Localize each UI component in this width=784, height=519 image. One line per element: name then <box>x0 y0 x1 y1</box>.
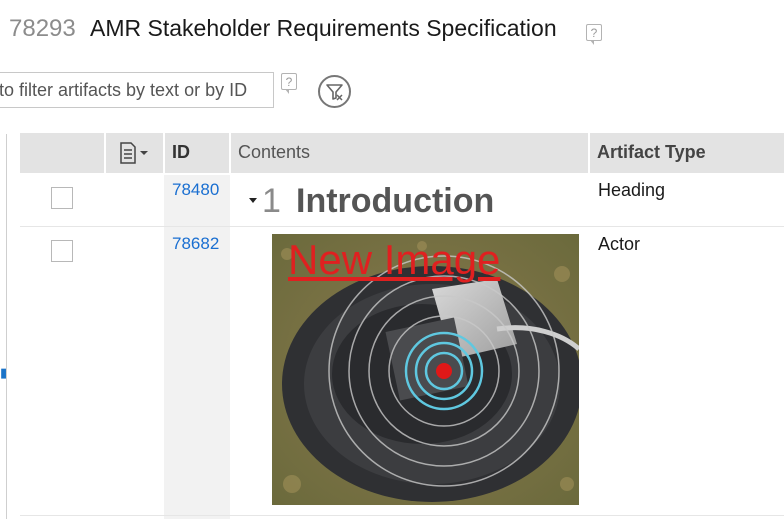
document-id: 78293 <box>9 15 76 42</box>
filter-field[interactable] <box>0 72 274 108</box>
row-select-checkbox[interactable] <box>51 240 73 262</box>
left-panel-handle[interactable]: ▮ <box>0 365 7 381</box>
filter-help-icon[interactable]: ? <box>281 73 297 94</box>
help-icon-glyph: ? <box>590 26 598 40</box>
document-menu-icon <box>120 142 148 164</box>
filter-input[interactable] <box>0 73 273 107</box>
filter-button[interactable] <box>318 75 351 108</box>
heading-number: 1 <box>262 182 281 220</box>
image-caption-link[interactable]: New Image <box>288 236 500 284</box>
column-header-artifact-type[interactable]: Artifact Type <box>597 142 706 163</box>
left-panel-border <box>6 134 7 519</box>
artifact-id-link[interactable]: 78480 <box>172 180 219 200</box>
page-title: AMR Stakeholder Requirements Specificati… <box>90 15 557 41</box>
row-divider <box>20 226 784 227</box>
collapse-caret-icon[interactable] <box>249 198 257 203</box>
filter-help-glyph: ? <box>285 75 293 89</box>
column-divider <box>229 133 231 173</box>
artifact-type: Actor <box>598 234 641 254</box>
help-icon[interactable]: ? <box>586 24 602 45</box>
column-divider <box>588 133 590 173</box>
column-divider <box>104 133 106 173</box>
funnel-icon <box>326 84 343 101</box>
heading-text[interactable]: Introduction <box>296 182 494 221</box>
row-select-checkbox[interactable] <box>51 187 73 209</box>
embedded-image[interactable]: New Image <box>272 234 579 505</box>
column-menu-button[interactable] <box>118 141 152 170</box>
column-divider <box>163 133 165 173</box>
artifact-type: Heading <box>598 180 666 200</box>
artifact-id-link[interactable]: 78682 <box>172 234 219 254</box>
row-divider <box>20 515 784 516</box>
column-header-contents[interactable]: Contents <box>238 142 310 163</box>
column-header-id[interactable]: ID <box>172 142 190 163</box>
